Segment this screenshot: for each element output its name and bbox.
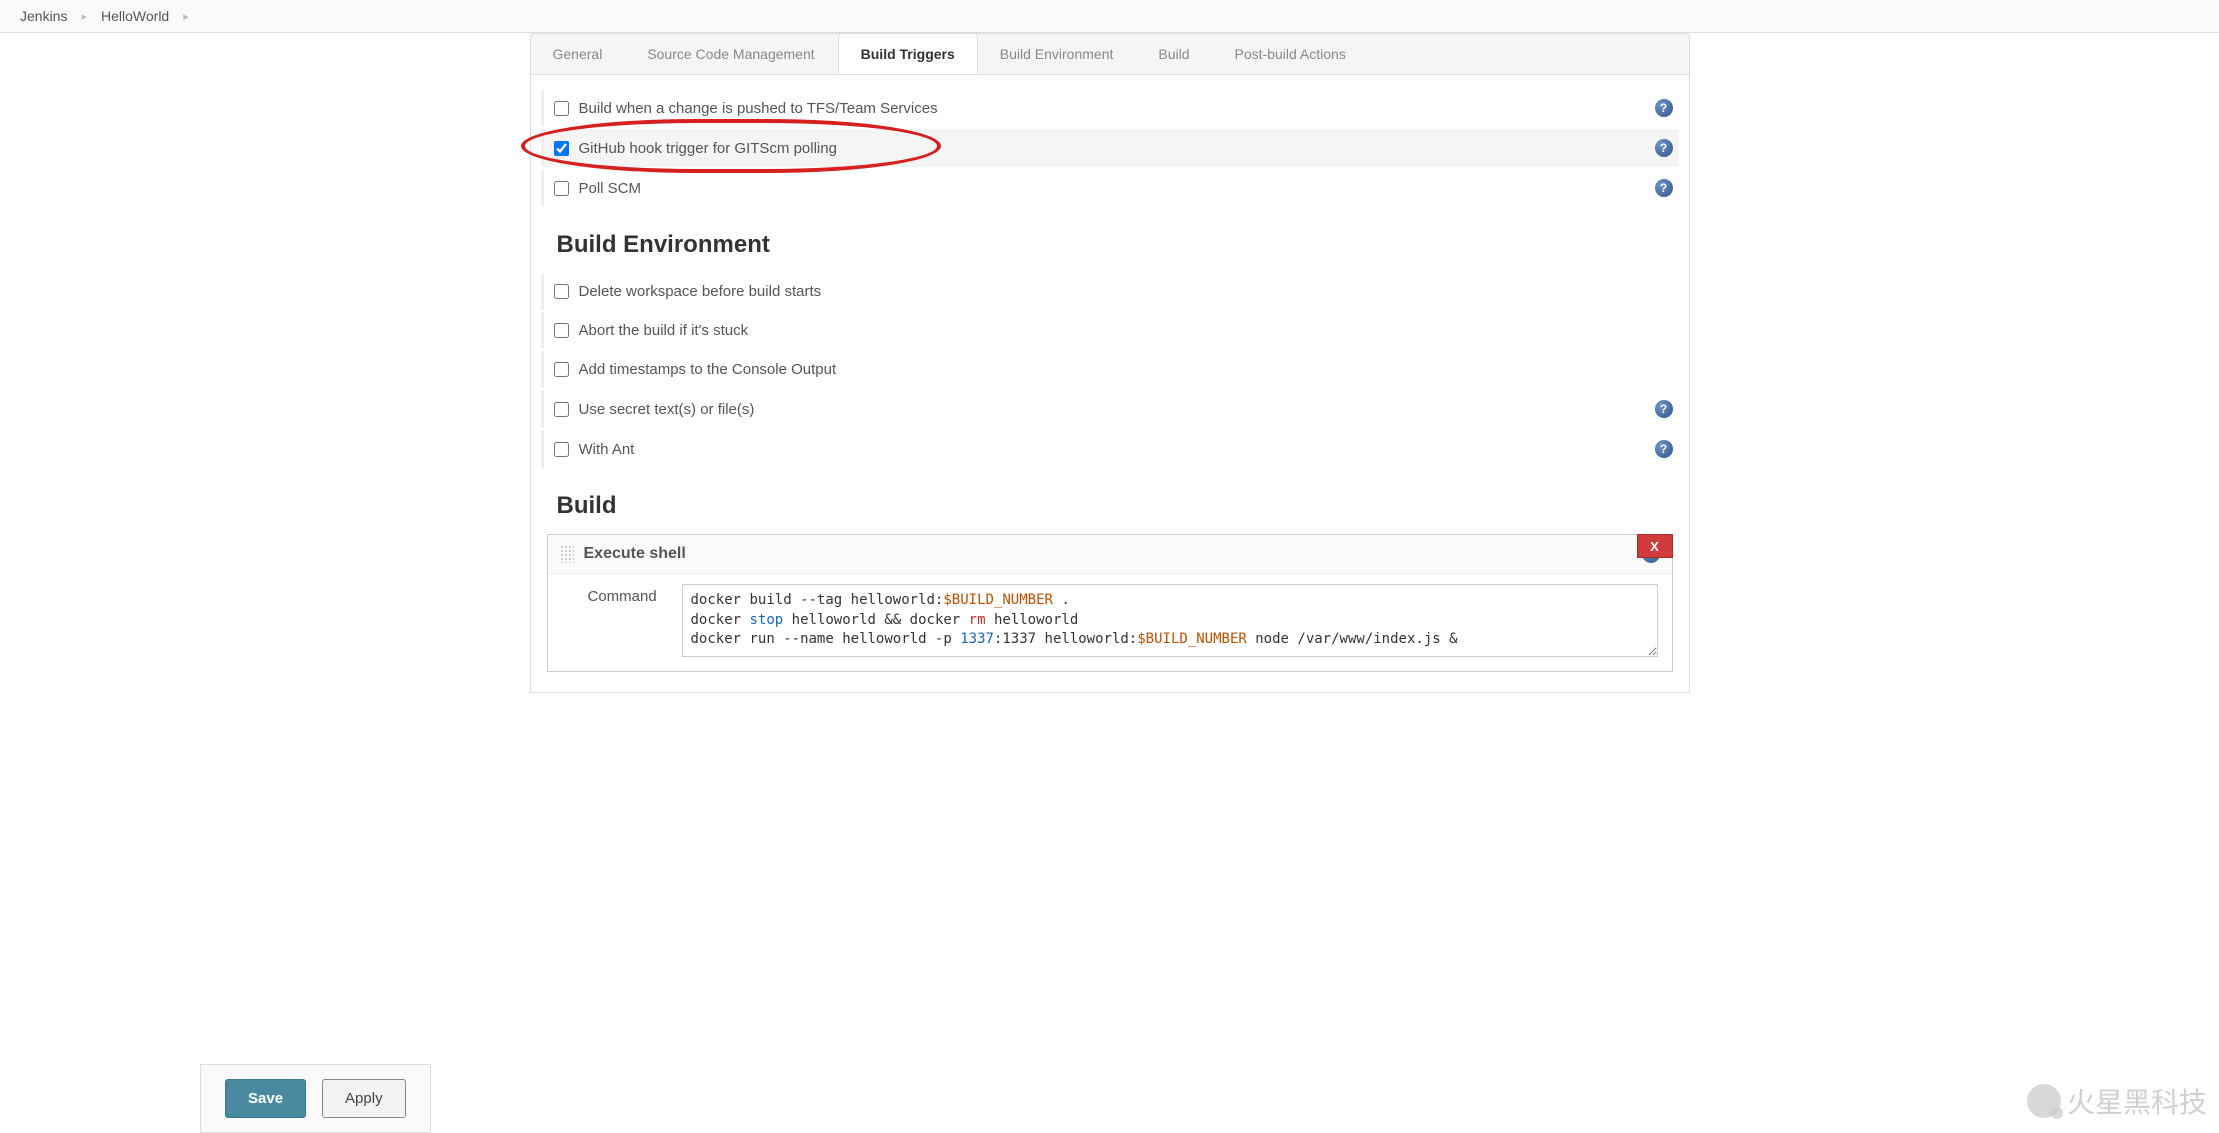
config-panel: Build when a change is pushed to TFS/Tea… bbox=[530, 74, 1690, 693]
option-checkbox[interactable] bbox=[554, 442, 569, 457]
help-icon[interactable]: ? bbox=[1655, 400, 1673, 418]
build-step-execute-shell: X Execute shell ? Command docker build -… bbox=[547, 534, 1673, 672]
tab-general[interactable]: General bbox=[531, 34, 626, 74]
option-checkbox[interactable] bbox=[554, 181, 569, 196]
tab-source-code-management[interactable]: Source Code Management bbox=[625, 34, 837, 74]
option-label: Abort the build if it's stuck bbox=[579, 322, 1673, 339]
option-checkbox[interactable] bbox=[554, 284, 569, 299]
command-label: Command bbox=[588, 584, 668, 605]
help-icon[interactable]: ? bbox=[1655, 99, 1673, 117]
option-row: Abort the build if it's stuck bbox=[541, 312, 1679, 349]
section-build-environment: Build Environment bbox=[557, 231, 1679, 259]
drag-handle-icon[interactable] bbox=[560, 545, 574, 563]
option-label: With Ant bbox=[579, 441, 1655, 458]
option-checkbox[interactable] bbox=[554, 141, 569, 156]
option-label: Delete workspace before build starts bbox=[579, 283, 1673, 300]
option-checkbox[interactable] bbox=[554, 362, 569, 377]
breadcrumb-job[interactable]: HelloWorld bbox=[101, 8, 169, 24]
help-icon[interactable]: ? bbox=[1655, 440, 1673, 458]
option-row: Delete workspace before build starts bbox=[541, 273, 1679, 310]
option-row: Use secret text(s) or file(s)? bbox=[541, 390, 1679, 428]
option-label: Poll SCM bbox=[579, 180, 1655, 197]
option-row: Poll SCM? bbox=[541, 169, 1679, 207]
command-textarea[interactable]: docker build --tag helloworld:$BUILD_NUM… bbox=[682, 584, 1658, 657]
option-row: GitHub hook trigger for GITScm polling? bbox=[541, 129, 1679, 167]
option-row: With Ant? bbox=[541, 430, 1679, 468]
option-checkbox[interactable] bbox=[554, 323, 569, 338]
tab-build-environment[interactable]: Build Environment bbox=[978, 34, 1137, 74]
tab-build[interactable]: Build bbox=[1136, 34, 1212, 74]
option-checkbox[interactable] bbox=[554, 402, 569, 417]
help-icon[interactable]: ? bbox=[1655, 139, 1673, 157]
option-label: Use secret text(s) or file(s) bbox=[579, 401, 1655, 418]
watermark: 火星黑科技 bbox=[2027, 1081, 2207, 1121]
section-build: Build bbox=[557, 492, 1679, 520]
option-row: Add timestamps to the Console Output bbox=[541, 351, 1679, 388]
option-label: Build when a change is pushed to TFS/Tea… bbox=[579, 100, 1655, 117]
option-label: GitHub hook trigger for GITScm polling bbox=[579, 140, 1655, 157]
delete-build-step-button[interactable]: X bbox=[1637, 534, 1673, 558]
wechat-icon bbox=[2027, 1084, 2061, 1118]
tab-build-triggers[interactable]: Build Triggers bbox=[838, 33, 978, 74]
option-checkbox[interactable] bbox=[554, 101, 569, 116]
action-buttons: Save Apply bbox=[200, 1064, 431, 1133]
breadcrumb: Jenkins ▸ HelloWorld ▸ bbox=[0, 0, 2219, 33]
option-label: Add timestamps to the Console Output bbox=[579, 361, 1673, 378]
breadcrumb-root[interactable]: Jenkins bbox=[20, 8, 67, 24]
config-tabs: GeneralSource Code ManagementBuild Trigg… bbox=[530, 33, 1690, 74]
help-icon[interactable]: ? bbox=[1655, 179, 1673, 197]
tab-post-build-actions[interactable]: Post-build Actions bbox=[1213, 34, 1369, 74]
apply-button[interactable]: Apply bbox=[322, 1079, 406, 1118]
build-step-title: Execute shell bbox=[584, 545, 686, 563]
chevron-right-icon: ▸ bbox=[81, 10, 87, 23]
save-button[interactable]: Save bbox=[225, 1079, 306, 1118]
option-row: Build when a change is pushed to TFS/Tea… bbox=[541, 89, 1679, 127]
chevron-right-icon: ▸ bbox=[183, 10, 189, 23]
